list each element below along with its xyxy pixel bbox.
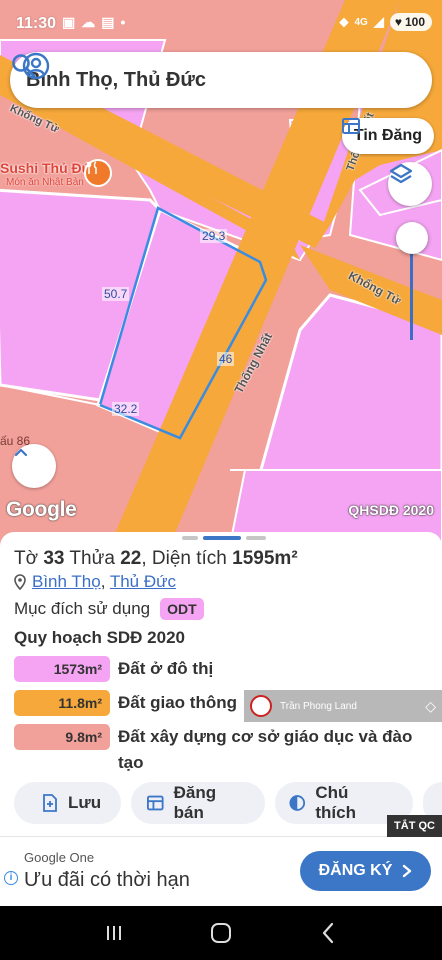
area-prefix: , Diện tích bbox=[141, 548, 233, 569]
action-bar: Lưu Đăng bán Chú thích bbox=[14, 782, 442, 824]
purpose-code-badge: ODT bbox=[160, 598, 204, 620]
layers-watermark-icon: ◇ bbox=[425, 697, 436, 714]
district-link[interactable]: Thủ Đức bbox=[110, 572, 176, 591]
recent-apps-icon bbox=[106, 926, 121, 940]
watermark-text: Trần Phong Land bbox=[280, 700, 357, 712]
signal-icon: ◢ bbox=[373, 14, 384, 29]
land-use-row: 9.8m² Đất xây dựng cơ sở giáo dục và đào… bbox=[14, 724, 418, 776]
system-nav-bar bbox=[0, 906, 442, 960]
battery-indicator: ♥ 100 bbox=[389, 13, 432, 31]
opacity-slider-track[interactable] bbox=[410, 240, 413, 340]
cloud-icon: ☁ bbox=[81, 14, 96, 30]
location-status-icon: ⬥ bbox=[339, 14, 349, 29]
post-for-sale-button[interactable]: Đăng bán bbox=[131, 782, 265, 824]
map-layer-tag: QHSDĐ 2020 bbox=[348, 502, 434, 518]
land-use-area: 11.8m² bbox=[14, 690, 110, 716]
chevron-right-icon bbox=[403, 864, 412, 878]
land-use-row: 1573m² Đất ở đô thị bbox=[14, 656, 428, 682]
listing-icon bbox=[147, 795, 164, 811]
save-label: Lưu bbox=[68, 793, 102, 812]
location-pin-icon bbox=[14, 574, 26, 590]
parcel-prefix: Thửa bbox=[64, 548, 121, 569]
battery-icon: ♥ bbox=[394, 15, 402, 29]
status-time: 11:30 bbox=[16, 15, 57, 32]
expand-sheet-button[interactable] bbox=[12, 444, 56, 488]
map-view[interactable]: 29.3 50.7 46 32.2 Thống Nhất Khổng Tử Th… bbox=[0, 0, 442, 545]
post-listing-button[interactable]: Tin Đăng bbox=[341, 118, 434, 154]
sheet-number: 33 bbox=[43, 548, 65, 569]
recent-apps-button[interactable] bbox=[94, 913, 134, 953]
parcel-edge-length: 50.7 bbox=[102, 287, 130, 301]
battery-level: 100 bbox=[404, 15, 425, 29]
parcel-number: 22 bbox=[120, 548, 142, 569]
home-button[interactable] bbox=[201, 913, 241, 953]
purpose-row: Mục đích sử dụng ODT bbox=[14, 598, 204, 620]
watermark-overlay: Trần Phong Land ◇ bbox=[244, 690, 442, 722]
search-location-text[interactable]: Bình Thọ, Thủ Đức bbox=[26, 69, 432, 92]
sheet-prefix: Tờ bbox=[14, 548, 44, 569]
screenshot-icon: ▣ bbox=[62, 14, 76, 30]
watermark-avatar bbox=[250, 695, 272, 717]
parcel-edge-length: 32.2 bbox=[112, 402, 140, 416]
land-use-name: Đất xây dựng cơ sở giáo dục và đào tạo bbox=[118, 727, 413, 772]
search-icon[interactable] bbox=[10, 52, 38, 80]
legend-label: Chú thích bbox=[315, 783, 356, 822]
parcel-title: Tờ 33 Thửa 22, Diện tích 1595m² bbox=[14, 548, 298, 570]
save-button[interactable]: Lưu bbox=[14, 782, 122, 824]
land-use-area: 9.8m² bbox=[14, 724, 110, 750]
status-notifications: ▣ ☁ ▤ • bbox=[62, 14, 125, 31]
sheet-handle[interactable] bbox=[182, 536, 266, 540]
ad-headline: Ưu đãi có thời hạn bbox=[24, 869, 190, 891]
land-use-name: Đất ở đô thị bbox=[118, 659, 214, 678]
status-right: ⬥ 4G ◢ ♥ 100 bbox=[339, 13, 432, 31]
parcel-location: Bình Thọ, Thủ Đức bbox=[14, 572, 176, 592]
parcel-info-sheet[interactable]: Tờ 33 Thửa 22, Diện tích 1595m² Bình Thọ… bbox=[0, 532, 442, 836]
google-logo: Google bbox=[6, 498, 77, 521]
home-icon bbox=[210, 923, 231, 943]
back-button[interactable] bbox=[308, 913, 348, 953]
network-label: 4G bbox=[354, 16, 368, 28]
more-dot-icon: • bbox=[120, 14, 126, 30]
land-use-area: 1573m² bbox=[14, 656, 110, 682]
ad-cta-label: ĐĂNG KÝ bbox=[318, 862, 393, 879]
parcel-edge-length: 29.3 bbox=[200, 229, 228, 243]
plan-title: Quy hoạch SDĐ 2020 bbox=[14, 628, 186, 647]
back-icon bbox=[323, 922, 334, 944]
restaurant-pin-icon[interactable] bbox=[84, 159, 112, 187]
close-ad-button[interactable]: TẮT QC bbox=[387, 815, 442, 837]
post-listing-label: Tin Đăng bbox=[353, 127, 422, 144]
info-icon[interactable]: i bbox=[4, 871, 18, 885]
parcel-edge-length: 46 bbox=[217, 352, 235, 366]
parcel-area: 1595m² bbox=[232, 548, 298, 569]
ad-banner[interactable]: i Google One Ưu đãi có thời hạn ĐĂNG KÝ bbox=[0, 836, 442, 906]
ward-link[interactable]: Bình Thọ bbox=[32, 572, 101, 591]
half-circle-icon bbox=[289, 795, 305, 811]
search-bar[interactable]: Bình Thọ, Thủ Đức bbox=[10, 52, 432, 108]
listing-icon bbox=[341, 118, 360, 134]
layers-button[interactable] bbox=[388, 162, 432, 206]
purpose-label: Mục đích sử dụng bbox=[14, 599, 151, 618]
chevron-up-icon bbox=[14, 448, 28, 457]
post-for-sale-label: Đăng bán bbox=[173, 783, 217, 822]
gallery-icon: ▤ bbox=[101, 14, 115, 30]
opacity-slider-thumb[interactable] bbox=[396, 222, 428, 254]
save-doc-icon bbox=[43, 794, 57, 812]
ad-brand: Google One bbox=[24, 850, 95, 865]
ad-signup-button[interactable]: ĐĂNG KÝ bbox=[300, 851, 431, 891]
status-bar: 11:30 ▣ ☁ ▤ • ⬥ 4G ◢ ♥ 100 bbox=[0, 0, 442, 48]
layers-icon bbox=[389, 163, 413, 184]
